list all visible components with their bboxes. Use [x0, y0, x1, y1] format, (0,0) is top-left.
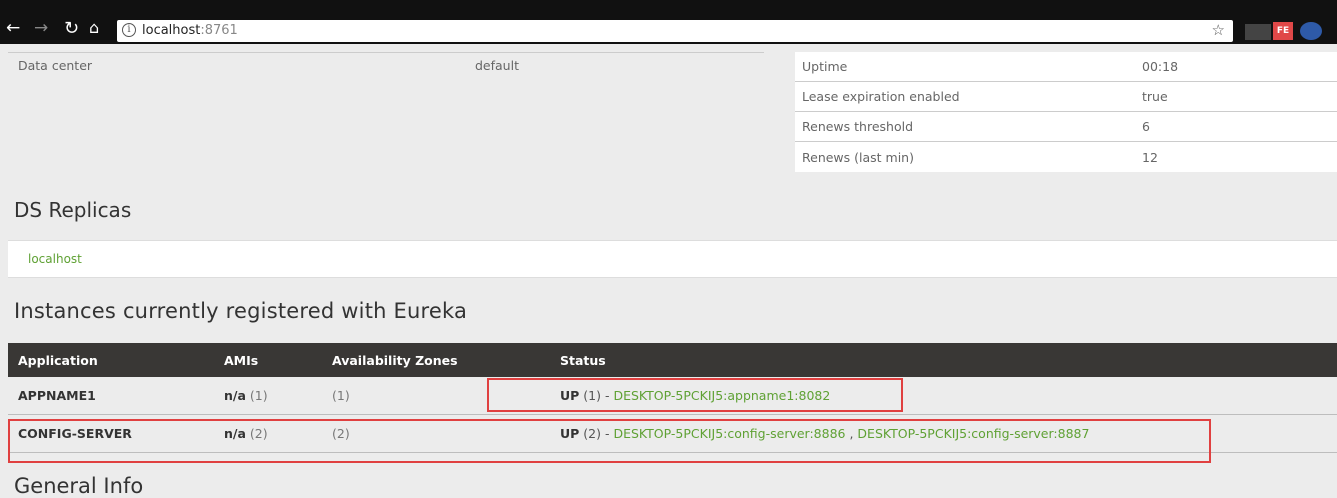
url-text: localhost:8761 — [142, 23, 238, 38]
general-info-heading: General Info — [14, 474, 144, 498]
system-status-left-table: Data center default — [8, 52, 764, 77]
status-row-data-center: Data center default — [8, 53, 764, 77]
status-value: true — [1142, 89, 1168, 104]
ds-replicas-heading: DS Replicas — [14, 198, 132, 222]
ami-value: n/a — [224, 388, 246, 403]
address-bar[interactable]: i localhost:8761 ☆ — [117, 20, 1233, 42]
eureka-dashboard: Data center default Uptime 00:18 Lease e… — [0, 44, 1337, 498]
extension-icon[interactable] — [1245, 24, 1271, 40]
header-amis: AMIs — [224, 352, 259, 368]
header-application: Application — [18, 352, 98, 368]
ami-count: (1) — [249, 388, 268, 403]
url-port: :8761 — [200, 23, 238, 38]
forward-arrow-icon[interactable]: → — [34, 20, 48, 37]
header-status: Status — [560, 352, 606, 368]
application-name: APPNAME1 — [18, 388, 96, 403]
highlight-box — [8, 419, 1211, 463]
status-value: 6 — [1142, 119, 1150, 134]
system-status-right-table: Uptime 00:18 Lease expiration enabled tr… — [795, 52, 1337, 172]
replica-link[interactable]: localhost — [28, 252, 82, 266]
url-host: localhost — [142, 23, 201, 38]
status-value: 00:18 — [1142, 59, 1179, 74]
status-key: Lease expiration enabled — [802, 89, 960, 104]
ds-replicas-list: localhost — [8, 240, 1337, 278]
status-value: default — [475, 57, 519, 73]
home-icon[interactable]: ⌂ — [89, 20, 99, 36]
status-value: 12 — [1142, 149, 1158, 165]
extension-globe-icon[interactable] — [1300, 22, 1322, 40]
info-icon[interactable]: i — [122, 23, 136, 37]
reload-icon[interactable]: ↻ — [64, 20, 79, 38]
bookmark-star-icon[interactable]: ☆ — [1212, 21, 1225, 39]
status-row-uptime: Uptime 00:18 — [795, 52, 1337, 82]
status-key: Data center — [18, 57, 93, 73]
status-key: Renews threshold — [802, 119, 914, 134]
ami-cell: n/a (1) — [224, 388, 332, 403]
back-arrow-icon[interactable]: ← — [6, 20, 20, 37]
highlight-box — [487, 378, 903, 412]
status-row-lease-expiration: Lease expiration enabled true — [795, 82, 1337, 112]
extension-fe-icon[interactable]: FE — [1273, 22, 1293, 40]
instances-heading: Instances currently registered with Eure… — [14, 299, 468, 323]
instances-table-header: Application AMIs Availability Zones Stat… — [8, 343, 1337, 377]
browser-toolbar: ← → ↻ ⌂ i localhost:8761 ☆ FE — [0, 0, 1337, 44]
status-key: Uptime — [802, 59, 848, 74]
status-row-renews-last-min: Renews (last min) 12 — [795, 142, 1337, 172]
status-key: Renews (last min) — [802, 149, 914, 165]
header-availability-zones: Availability Zones — [332, 352, 458, 368]
status-row-renews-threshold: Renews threshold 6 — [795, 112, 1337, 142]
